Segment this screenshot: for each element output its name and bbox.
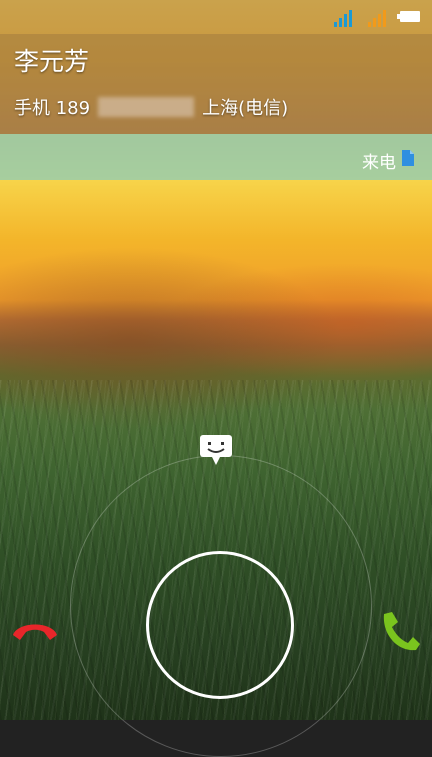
caller-location: 上海(电信) (202, 98, 289, 119)
signal-sim2-icon (368, 9, 390, 27)
phone-accept-icon[interactable] (378, 610, 422, 652)
incoming-call-label: 来电 (362, 153, 396, 173)
signal-sim1-icon (334, 9, 356, 27)
slide-answer-ring[interactable] (146, 551, 294, 699)
caller-name: 李元芳 (14, 47, 90, 76)
battery-full-icon (397, 11, 420, 22)
masked-number (98, 97, 195, 117)
document-icon (402, 150, 414, 166)
phone-decline-icon[interactable] (10, 617, 60, 643)
status-bar (0, 0, 432, 34)
caller-number-prefix: 手机 189 (14, 98, 91, 119)
caller-number-row: 手机 189 上海(电信) (14, 94, 288, 120)
